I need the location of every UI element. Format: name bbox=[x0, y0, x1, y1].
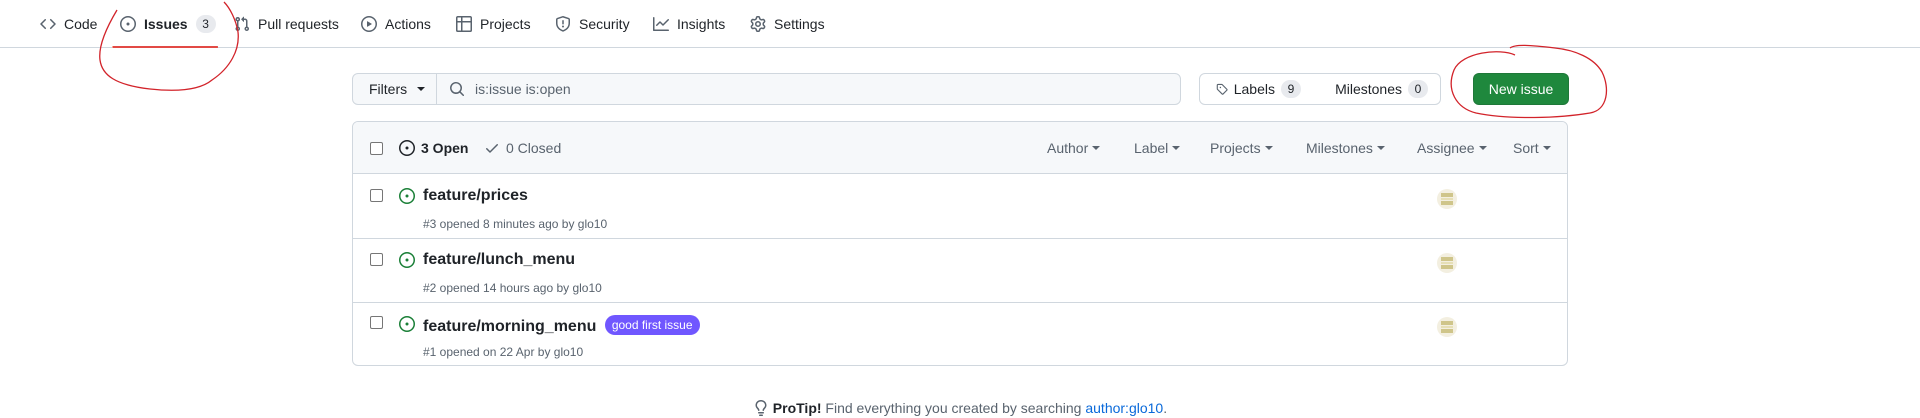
closed-issues-tab[interactable]: 0 Closed bbox=[484, 122, 561, 174]
tab-pull-requests[interactable]: Pull requests bbox=[234, 0, 339, 48]
issue-label-badge[interactable]: good first issue bbox=[604, 315, 700, 335]
issue-opened-icon bbox=[399, 140, 415, 156]
protip-search-link[interactable]: author:glo10 bbox=[1085, 400, 1163, 416]
issue-title-link[interactable]: feature/morning_menu good first issue bbox=[423, 315, 700, 336]
label-filter[interactable]: Label bbox=[1134, 122, 1181, 174]
milestones-filter-label: Milestones bbox=[1306, 140, 1373, 156]
tab-projects[interactable]: Projects bbox=[456, 0, 531, 48]
search-box[interactable] bbox=[436, 73, 1181, 105]
identicon-icon bbox=[1441, 193, 1453, 205]
tab-actions[interactable]: Actions bbox=[361, 0, 431, 48]
author-filter[interactable]: Author bbox=[1047, 122, 1101, 174]
issue-checkbox[interactable] bbox=[370, 316, 383, 329]
caret-down-icon bbox=[1478, 146, 1487, 150]
issues-list: 3 Open 0 Closed Author Label Projects Mi… bbox=[352, 121, 1568, 366]
tab-pull-requests-label: Pull requests bbox=[258, 16, 339, 32]
tab-actions-label: Actions bbox=[385, 16, 431, 32]
tab-security[interactable]: Security bbox=[555, 0, 630, 48]
avatar[interactable] bbox=[1437, 189, 1457, 209]
tag-icon bbox=[1216, 83, 1228, 95]
git-pull-request-icon bbox=[235, 16, 250, 32]
issue-opened-icon bbox=[399, 188, 415, 204]
issue-title-link[interactable]: feature/lunch_menu bbox=[423, 251, 575, 269]
issue-row: feature/morning_menu good first issue #1… bbox=[353, 303, 1567, 365]
milestones-filter[interactable]: Milestones bbox=[1306, 122, 1385, 174]
milestones-button[interactable]: Milestones 0 bbox=[1313, 73, 1441, 105]
tab-code-label: Code bbox=[64, 16, 98, 32]
issue-title-text[interactable]: feature/morning_menu bbox=[423, 318, 596, 335]
assignee-filter-label: Assignee bbox=[1417, 140, 1475, 156]
tab-issues[interactable]: Issues 3 bbox=[120, 0, 216, 48]
selected-tab-underline bbox=[112, 46, 218, 48]
issue-title-link[interactable]: feature/prices bbox=[423, 187, 528, 205]
protip: ProTip! Find everything you created by s… bbox=[0, 400, 1920, 416]
avatar[interactable] bbox=[1437, 253, 1457, 273]
tab-projects-label: Projects bbox=[480, 16, 531, 32]
label-filter-label: Label bbox=[1134, 140, 1169, 156]
issue-checkbox[interactable] bbox=[370, 253, 383, 266]
table-icon bbox=[456, 16, 472, 32]
open-issues-tab[interactable]: 3 Open bbox=[399, 122, 468, 174]
shield-icon bbox=[556, 16, 570, 32]
author-filter-label: Author bbox=[1047, 140, 1089, 156]
issue-row: feature/prices #3 opened 8 minutes ago b… bbox=[353, 175, 1567, 239]
tab-insights[interactable]: Insights bbox=[653, 0, 725, 48]
filters-label: Filters bbox=[369, 81, 408, 97]
caret-down-icon bbox=[1264, 146, 1273, 150]
protip-lead: ProTip! bbox=[772, 400, 822, 416]
closed-issues-label: 0 Closed bbox=[506, 140, 562, 156]
identicon-icon bbox=[1441, 321, 1453, 333]
tab-insights-label: Insights bbox=[677, 16, 726, 32]
sort-filter-label: Sort bbox=[1513, 140, 1539, 156]
identicon-icon bbox=[1441, 257, 1453, 269]
avatar[interactable] bbox=[1437, 317, 1457, 337]
light-bulb-icon bbox=[755, 400, 767, 416]
issue-checkbox[interactable] bbox=[370, 189, 383, 202]
sort-filter[interactable]: Sort bbox=[1513, 122, 1551, 174]
protip-trail: . bbox=[1163, 400, 1168, 416]
play-icon bbox=[361, 16, 377, 32]
issues-list-header: 3 Open 0 Closed Author Label Projects Mi… bbox=[353, 122, 1567, 174]
tab-issues-label: Issues bbox=[144, 16, 188, 32]
caret-down-icon bbox=[1542, 146, 1551, 150]
issue-meta: #3 opened 8 minutes ago by glo10 bbox=[423, 217, 608, 231]
milestones-counter: 0 bbox=[1408, 80, 1428, 98]
tab-code[interactable]: Code bbox=[40, 0, 97, 48]
labels-label: Labels bbox=[1233, 81, 1275, 97]
caret-down-icon bbox=[1092, 146, 1101, 150]
issue-opened-icon bbox=[399, 316, 415, 332]
milestones-label: Milestones bbox=[1335, 81, 1402, 97]
issue-row: feature/lunch_menu #2 opened 14 hours ag… bbox=[353, 239, 1567, 303]
issue-opened-icon bbox=[399, 252, 415, 268]
tab-security-label: Security bbox=[579, 16, 630, 32]
caret-down-icon bbox=[1172, 146, 1181, 150]
labels-button[interactable]: Labels 9 bbox=[1199, 73, 1314, 105]
issue-meta: #1 opened on 22 Apr by glo10 bbox=[423, 345, 584, 359]
tab-settings[interactable]: Settings bbox=[750, 0, 825, 48]
protip-text: Find everything you created by searching bbox=[821, 400, 1086, 416]
caret-down-icon bbox=[417, 87, 426, 91]
code-icon bbox=[40, 18, 56, 30]
issue-meta: #2 opened 14 hours ago by glo10 bbox=[423, 281, 602, 295]
search-icon bbox=[450, 82, 465, 97]
gear-icon bbox=[750, 16, 766, 32]
check-icon bbox=[486, 144, 498, 153]
open-issues-label: 3 Open bbox=[421, 140, 469, 156]
tab-settings-label: Settings bbox=[774, 16, 825, 32]
filters-button[interactable]: Filters bbox=[352, 73, 437, 105]
new-issue-button[interactable]: New issue bbox=[1473, 73, 1569, 105]
projects-filter-label: Projects bbox=[1210, 140, 1261, 156]
labels-counter: 9 bbox=[1281, 80, 1301, 98]
assignee-filter[interactable]: Assignee bbox=[1417, 122, 1487, 174]
caret-down-icon bbox=[1376, 146, 1385, 150]
search-input[interactable] bbox=[475, 81, 1155, 97]
repo-nav: Code Issues 3 Pull requests Actions Proj… bbox=[0, 0, 1920, 48]
select-all-checkbox[interactable] bbox=[370, 142, 383, 155]
issue-opened-icon bbox=[120, 16, 136, 32]
issues-counter: 3 bbox=[195, 15, 216, 33]
graph-icon bbox=[653, 17, 669, 31]
projects-filter[interactable]: Projects bbox=[1210, 122, 1273, 174]
